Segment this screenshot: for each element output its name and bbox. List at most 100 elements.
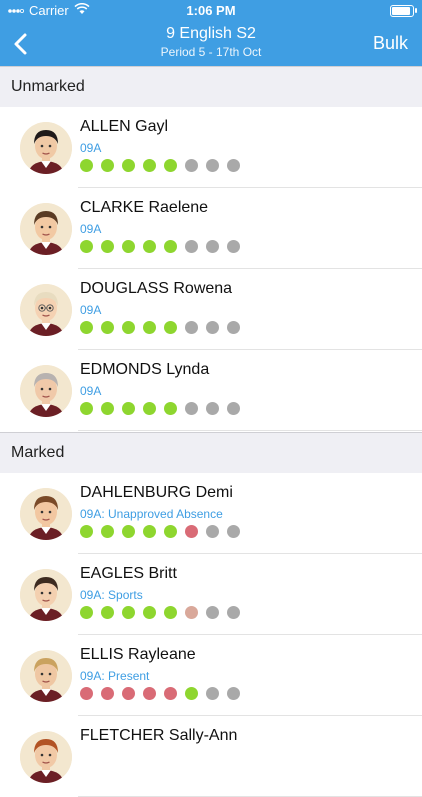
attendance-dot-empty	[227, 240, 240, 253]
attendance-dot-present	[164, 240, 177, 253]
section-label: Marked	[11, 444, 65, 461]
student-avatar	[20, 569, 72, 621]
battery-icon	[390, 5, 417, 17]
attendance-history	[80, 525, 240, 538]
attendance-dot-present	[164, 321, 177, 334]
attendance-dot-absent	[122, 687, 135, 700]
section-header-unmarked: Unmarked	[0, 66, 422, 108]
attendance-dot-present	[80, 402, 93, 415]
student-name: CLARKE Raelene	[80, 199, 209, 216]
student-row[interactable]: DAHLENBURG Demi 09A: Unapproved Absence	[0, 473, 422, 554]
section-label: Unmarked	[11, 78, 85, 95]
attendance-dot-present	[101, 606, 114, 619]
attendance-dot-present	[80, 321, 93, 334]
attendance-history	[80, 402, 240, 415]
attendance-dot-present	[164, 606, 177, 619]
attendance-dot-present	[164, 525, 177, 538]
attendance-dot-present	[101, 321, 114, 334]
attendance-dot-present	[122, 606, 135, 619]
attendance-dot-empty	[206, 240, 219, 253]
attendance-dot-empty	[206, 606, 219, 619]
attendance-dot-present	[80, 240, 93, 253]
student-avatar	[20, 365, 72, 417]
student-name: ALLEN Gayl	[80, 118, 169, 135]
attendance-dot-present	[101, 240, 114, 253]
student-class-status: 09A: Present	[80, 669, 150, 683]
attendance-dot-present	[122, 159, 135, 172]
student-class-status: 09A	[80, 384, 102, 398]
student-class-status: 09A	[80, 222, 102, 236]
attendance-dot-empty	[185, 321, 198, 334]
student-row[interactable]: EDMONDS Lynda 09A	[0, 350, 422, 431]
attendance-dot-absent	[143, 687, 156, 700]
student-class-status: 09A: Sports	[80, 588, 143, 602]
row-divider	[78, 430, 422, 431]
attendance-dot-other	[185, 606, 198, 619]
attendance-dot-present	[143, 402, 156, 415]
attendance-dot-present	[143, 525, 156, 538]
attendance-dot-empty	[227, 402, 240, 415]
student-row[interactable]: DOUGLASS Rowena 09A	[0, 269, 422, 350]
section-header-marked: Marked	[0, 432, 422, 474]
attendance-dot-absent	[80, 687, 93, 700]
student-avatar	[20, 650, 72, 702]
student-row[interactable]: EAGLES Britt 09A: Sports	[0, 554, 422, 635]
attendance-dot-empty	[206, 525, 219, 538]
bulk-button[interactable]: Bulk	[373, 33, 408, 54]
attendance-dot-present	[143, 606, 156, 619]
attendance-history	[80, 321, 240, 334]
attendance-dot-absent	[164, 687, 177, 700]
student-name: DOUGLASS Rowena	[80, 280, 233, 297]
attendance-dot-present	[143, 159, 156, 172]
status-bar: Carrier 1:06 PM	[0, 0, 422, 22]
attendance-dot-present	[164, 159, 177, 172]
student-name: EAGLES Britt	[80, 565, 177, 582]
attendance-dot-present	[185, 687, 198, 700]
attendance-dot-empty	[227, 606, 240, 619]
nav-subtitle: Period 5 - 17th Oct	[160, 45, 262, 59]
student-row[interactable]: FLETCHER Sally-Ann	[0, 716, 422, 797]
student-row[interactable]: ELLIS Rayleane 09A: Present	[0, 635, 422, 716]
student-row[interactable]: CLARKE Raelene 09A	[0, 188, 422, 269]
student-name: ELLIS Rayleane	[80, 646, 196, 663]
nav-titles: 9 English S2 Period 5 - 17th Oct	[0, 25, 422, 59]
student-class-status: 09A	[80, 303, 102, 317]
attendance-dot-empty	[227, 687, 240, 700]
student-avatar	[20, 122, 72, 174]
attendance-dot-present	[80, 525, 93, 538]
attendance-dot-empty	[206, 321, 219, 334]
attendance-dot-present	[101, 525, 114, 538]
student-name: DAHLENBURG Demi	[80, 484, 233, 501]
attendance-dot-empty	[227, 321, 240, 334]
attendance-dot-present	[143, 240, 156, 253]
attendance-history	[80, 606, 240, 619]
nav-title: 9 English S2	[166, 25, 256, 42]
attendance-dot-empty	[206, 402, 219, 415]
attendance-dot-empty	[206, 159, 219, 172]
student-row[interactable]: ALLEN Gayl 09A	[0, 107, 422, 188]
student-avatar	[20, 488, 72, 540]
student-class-status: 09A: Unapproved Absence	[80, 507, 223, 521]
attendance-dot-absent	[185, 525, 198, 538]
attendance-dot-present	[122, 525, 135, 538]
attendance-dot-present	[122, 240, 135, 253]
attendance-dot-empty	[185, 402, 198, 415]
attendance-dot-present	[101, 402, 114, 415]
attendance-dot-present	[80, 606, 93, 619]
attendance-dot-present	[143, 321, 156, 334]
attendance-history	[80, 687, 240, 700]
attendance-dot-present	[122, 321, 135, 334]
student-avatar	[20, 284, 72, 336]
attendance-dot-present	[164, 402, 177, 415]
attendance-dot-empty	[185, 159, 198, 172]
attendance-history	[80, 159, 240, 172]
student-name: FLETCHER Sally-Ann	[80, 727, 238, 744]
student-avatar	[20, 731, 72, 783]
attendance-dot-empty	[227, 525, 240, 538]
attendance-dot-present	[101, 159, 114, 172]
attendance-history	[80, 240, 240, 253]
student-avatar	[20, 203, 72, 255]
attendance-dot-present	[80, 159, 93, 172]
student-name: EDMONDS Lynda	[80, 361, 210, 378]
student-class-status: 09A	[80, 141, 102, 155]
